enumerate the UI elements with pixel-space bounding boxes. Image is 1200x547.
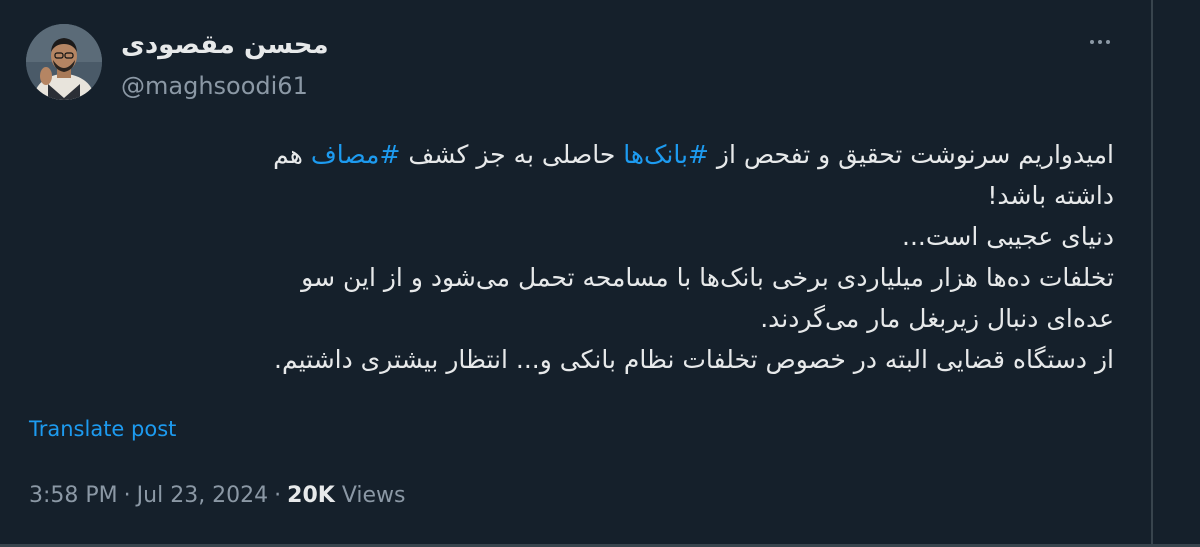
- hashtag-link-masaf[interactable]: #مصاف: [311, 140, 401, 169]
- tweet-text: امیدواریم سرنوشت تحقیق و تفحص از #بانک‌ه…: [20, 134, 1114, 380]
- column-divider: [1151, 0, 1153, 547]
- meta-separator: ·: [123, 483, 131, 508]
- more-horizontal-icon: [1106, 40, 1110, 44]
- avatar[interactable]: [26, 24, 102, 100]
- meta-separator: ·: [274, 483, 282, 508]
- tweet-line-6: از دستگاه قضایی البته در خصوص تخلفات نظا…: [274, 345, 1114, 374]
- display-name[interactable]: محسن مقصودی: [121, 28, 329, 62]
- tweet-line-2: داشته باشد!: [987, 181, 1114, 210]
- user-handle[interactable]: @maghsoodi61: [121, 70, 308, 102]
- more-horizontal-icon: [1098, 40, 1102, 44]
- tweet-text-segment: امیدواریم سرنوشت تحقیق و تفحص از: [708, 140, 1114, 169]
- tweet-line-3: دنیای عجیبی است...: [902, 222, 1114, 251]
- views-count: 20K: [287, 483, 335, 508]
- hashtag-link-banks[interactable]: #بانک‌ها: [623, 140, 709, 169]
- tweet-text-segment: هم: [273, 140, 311, 169]
- tweet-line-5: عده‌ای دنبال زیربغل مار می‌گردند.: [760, 304, 1114, 333]
- tweet-card: محسن مقصودی @maghsoodi61 امیدواریم سرنوش…: [0, 0, 1200, 547]
- translate-post-link[interactable]: Translate post: [29, 414, 176, 444]
- avatar-image: [26, 24, 102, 100]
- tweet-line-1: امیدواریم سرنوشت تحقیق و تفحص از #بانک‌ه…: [20, 134, 1114, 175]
- more-horizontal-icon: [1090, 40, 1094, 44]
- views-label: Views: [341, 483, 406, 508]
- more-button[interactable]: [1078, 28, 1122, 56]
- tweet-text-segment: حاصلی به جز کشف: [400, 140, 624, 169]
- post-time[interactable]: 3:58 PM: [29, 483, 118, 508]
- tweet-line-4: تخلفات ده‌ها هزار میلیاردی برخی بانک‌ها …: [301, 263, 1114, 292]
- tweet-meta: 3:58 PM · Jul 23, 2024 · 20K Views: [29, 480, 406, 512]
- post-date[interactable]: Jul 23, 2024: [137, 483, 269, 508]
